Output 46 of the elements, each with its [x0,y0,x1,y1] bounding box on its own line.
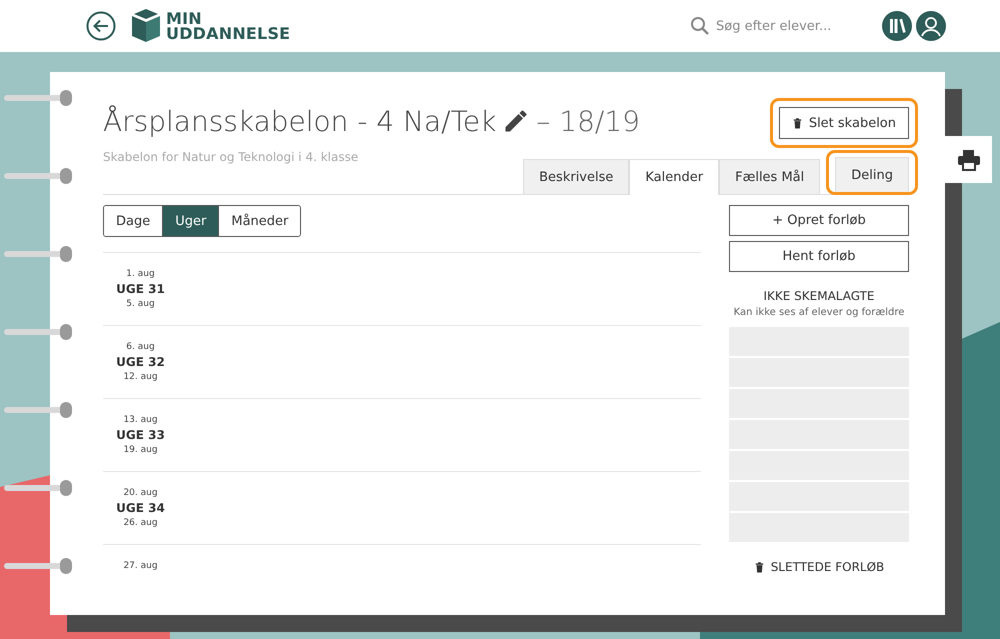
week-start-date: 6. aug [126,341,155,354]
printer-icon [956,148,980,170]
action-button[interactable]: Hent forløb [729,241,909,272]
school-year: – 18/19 [536,104,640,138]
page-subtitle: Skabelon for Natur og Teknologi i 4. klasse [103,150,360,164]
binder-ring-icon [4,480,72,496]
week-start-date: 13. aug [123,414,158,427]
week-end-date: 26. aug [123,517,158,530]
trash-icon [792,117,803,129]
logo-text: MIN [166,11,202,26]
week-number: UGE 34 [116,500,165,516]
search-field[interactable]: Søg efter elever... [690,16,870,36]
week-end-date: 19. aug [123,444,158,457]
week-start-date: 1. aug [126,268,155,281]
week-start-date: 27. aug [123,560,158,573]
tab[interactable]: Kalender [629,159,720,195]
page-title: Årsplansskabelon - 4 Na/Tek [103,104,496,138]
print-button[interactable] [945,136,992,183]
delete-template-button[interactable]: Slet skabelon [778,107,909,139]
user-avatar-icon[interactable] [916,11,946,41]
logo-text: UDDANNELSE [166,26,290,41]
binder-ring-icon [4,324,72,340]
section-heading: IKKE SKEMALAGTE [762,289,876,303]
tab[interactable]: Deling [835,157,909,192]
week-number: UGE 32 [116,354,165,370]
action-button[interactable]: + Opret forløb [729,205,909,236]
week-number: UGE 31 [116,281,165,297]
tab[interactable]: Beskrivelse [523,159,630,194]
week-end-date: 5. aug [126,298,155,311]
binder-ring-icon [4,246,72,262]
binder-ring-icon [4,558,72,574]
section-note: Kan ikke ses af elever og forældre [732,307,906,318]
deleted-courses-link[interactable]: SLETTEDE FORLØB [729,560,909,574]
binder-ring-icon [4,90,72,106]
back-icon[interactable] [86,11,116,41]
books-icon[interactable] [882,11,912,41]
binder-ring-icon [4,402,72,418]
binder-ring-icon [4,168,72,184]
view-toggle-option[interactable]: Dage [104,206,164,236]
week-end-date: 12. aug [123,371,158,384]
trash-icon [754,561,765,573]
week-start-date: 20. aug [123,487,158,500]
view-toggle-option[interactable]: Uger [163,206,220,236]
tab[interactable]: Fælles Mål [719,159,820,194]
week-number: UGE 33 [116,427,165,443]
search-icon [690,16,710,36]
